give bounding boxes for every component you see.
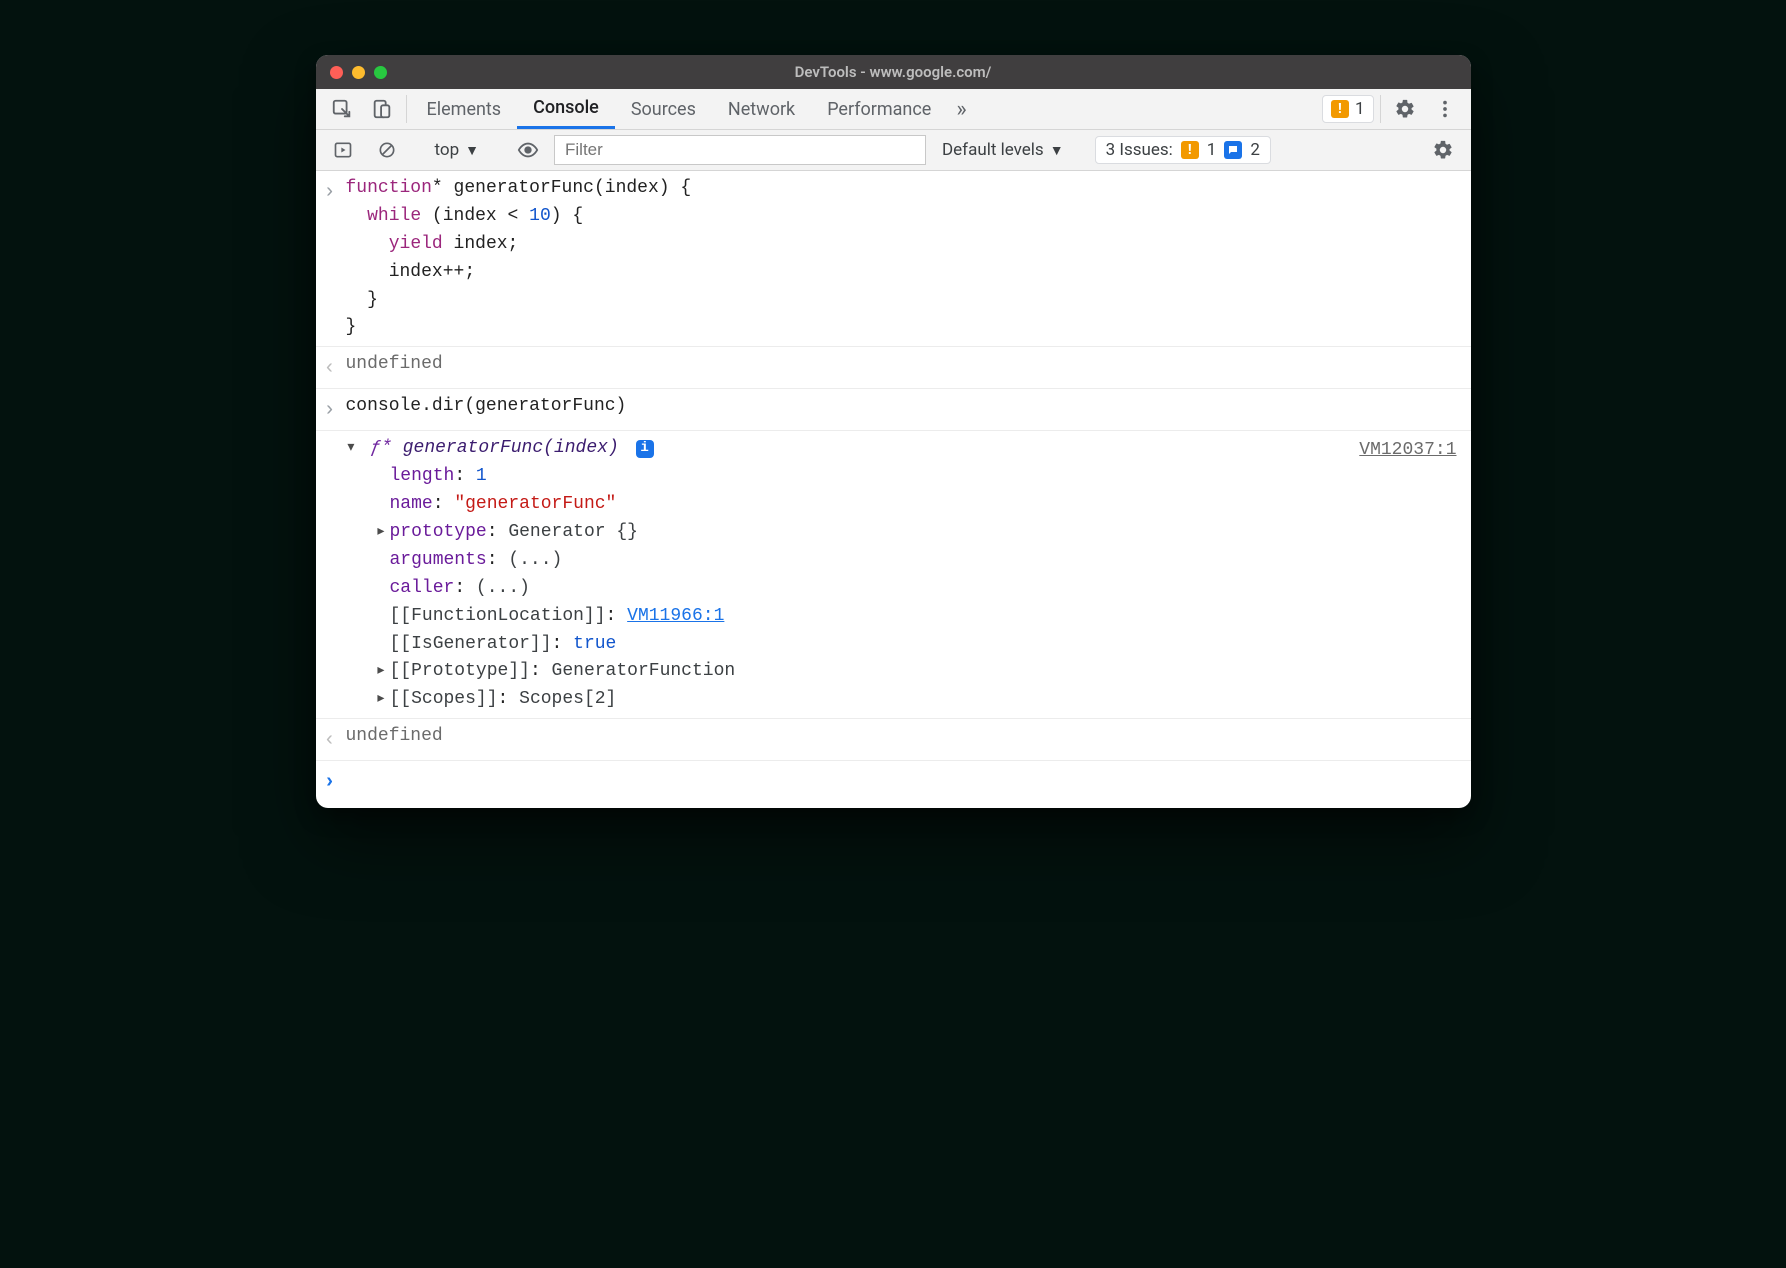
tab-performance[interactable]: Performance [811, 89, 947, 129]
source-link[interactable]: VM11966:1 [627, 606, 724, 626]
issues-badge-top[interactable]: ! 1 [1322, 95, 1374, 123]
prompt-caret-icon: › [324, 767, 346, 798]
function-signature: generatorFunc(index) [392, 438, 619, 458]
toggle-console-sidebar-button[interactable] [324, 140, 362, 160]
console-input-row: function* generatorFunc(index) { while (… [316, 171, 1471, 347]
property-row[interactable]: caller: (...) [376, 575, 1348, 603]
maximize-window-button[interactable] [374, 66, 387, 79]
code-text: (index < [421, 206, 529, 226]
minimize-window-button[interactable] [352, 66, 365, 79]
console-output-body: undefined [346, 351, 1457, 379]
console-output-body: undefined [346, 723, 1457, 751]
object-header[interactable]: ƒ* generatorFunc(index) i [346, 435, 1348, 463]
issues-warn-count: 1 [1355, 99, 1365, 119]
disclosure-triangle-icon[interactable] [376, 658, 390, 686]
clear-console-button[interactable] [368, 140, 406, 160]
property-row[interactable]: [[Scopes]]: Scopes[2] [376, 686, 1348, 714]
code-text [346, 206, 368, 226]
tab-sources[interactable]: Sources [615, 89, 712, 129]
property-row[interactable]: [[FunctionLocation]]: VM11966:1 [376, 603, 1348, 631]
issues-warn-count-2: 1 [1207, 140, 1217, 160]
console-toolbar: top ▼ Default levels ▼ 3 Issues: ! 1 2 [316, 130, 1471, 171]
inspect-element-button[interactable] [322, 89, 362, 129]
chevron-down-icon: ▼ [1050, 142, 1064, 159]
property-row[interactable]: length: 1 [376, 463, 1348, 491]
chevron-down-icon: ▼ [465, 142, 479, 159]
blank-gutter [324, 435, 346, 437]
issues-combo[interactable]: 3 Issues: ! 1 2 [1095, 136, 1271, 164]
console-settings-button[interactable] [1423, 139, 1463, 161]
disclosure-triangle-icon[interactable] [346, 435, 360, 463]
console-input-body[interactable]: function* generatorFunc(index) { while (… [346, 175, 1457, 342]
window-title: DevTools - www.google.com/ [316, 63, 1471, 81]
disclosure-triangle-icon[interactable] [376, 519, 390, 547]
console-dir-body: ƒ* generatorFunc(index) i length: 1 name… [346, 435, 1348, 714]
code-text: index; [443, 234, 519, 254]
warning-icon: ! [1331, 100, 1349, 118]
code-keyword: yield [389, 234, 443, 254]
filter-input[interactable] [554, 135, 926, 165]
property-list: length: 1 name: "generatorFunc" prototyp… [376, 463, 1348, 714]
code-text: } [346, 317, 357, 337]
context-label: top [435, 140, 460, 160]
property-row[interactable]: prototype: Generator {} [376, 519, 1348, 547]
code-text: generatorFunc(index) { [443, 178, 691, 198]
divider [1380, 95, 1381, 123]
input-marker-icon [324, 393, 346, 426]
settings-button[interactable] [1385, 89, 1425, 129]
window-controls [330, 66, 387, 79]
context-selector[interactable]: top ▼ [427, 140, 488, 160]
console-log: function* generatorFunc(index) { while (… [316, 171, 1471, 808]
tab-console[interactable]: Console [517, 89, 615, 129]
source-link[interactable]: VM12037:1 [1359, 435, 1456, 465]
log-levels-label: Default levels [942, 140, 1044, 160]
divider [406, 95, 407, 123]
property-row[interactable]: name: "generatorFunc" [376, 491, 1348, 519]
panel-tabs-bar: Elements Console Sources Network Perform… [316, 89, 1471, 130]
code-text: ) { [551, 206, 583, 226]
code-text: index++; [346, 262, 476, 282]
device-toolbar-button[interactable] [362, 89, 402, 129]
more-options-button[interactable] [1425, 89, 1465, 129]
property-row[interactable]: [[IsGenerator]]: true [376, 631, 1348, 659]
issues-info-count: 2 [1250, 140, 1260, 160]
function-glyph: ƒ* [370, 438, 392, 458]
property-row[interactable]: arguments: (...) [376, 547, 1348, 575]
log-levels-selector[interactable]: Default levels ▼ [932, 140, 1074, 160]
devtools-window: DevTools - www.google.com/ Elements Cons… [316, 55, 1471, 808]
console-input-body[interactable]: console.dir(generatorFunc) [346, 393, 1457, 421]
tab-elements[interactable]: Elements [411, 89, 518, 129]
close-window-button[interactable] [330, 66, 343, 79]
warning-icon: ! [1181, 141, 1199, 159]
code-text: * [432, 178, 443, 198]
info-icon[interactable]: i [636, 440, 654, 458]
console-output-row: undefined [316, 719, 1471, 761]
console-prompt[interactable]: › [316, 761, 1471, 808]
console-input-row: console.dir(generatorFunc) [316, 389, 1471, 431]
live-expression-button[interactable] [508, 139, 548, 161]
message-icon [1224, 141, 1242, 159]
output-marker-icon [324, 723, 346, 756]
titlebar: DevTools - www.google.com/ [316, 55, 1471, 89]
tabs-overflow-button[interactable]: » [947, 89, 975, 129]
code-keyword: function [346, 178, 432, 198]
console-dir-row: ƒ* generatorFunc(index) i length: 1 name… [316, 431, 1471, 719]
code-text [346, 234, 389, 254]
code-keyword: while [367, 206, 421, 226]
input-marker-icon [324, 175, 346, 208]
output-marker-icon [324, 351, 346, 384]
issues-prefix: 3 Issues: [1106, 140, 1173, 160]
console-output-row: undefined [316, 347, 1471, 389]
disclosure-triangle-icon[interactable] [376, 686, 390, 714]
code-number: 10 [529, 206, 551, 226]
code-text: } [346, 290, 378, 310]
tab-network[interactable]: Network [712, 89, 811, 129]
property-row[interactable]: [[Prototype]]: GeneratorFunction [376, 658, 1348, 686]
